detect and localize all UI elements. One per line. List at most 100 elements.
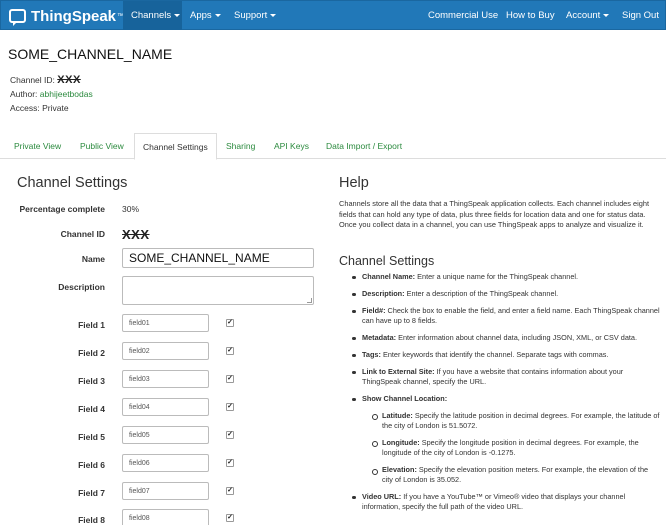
nav-sign-out[interactable]: Sign Out: [622, 1, 659, 30]
help-intro: Channels store all the data that a Thing…: [339, 199, 650, 229]
access-label: Access:: [10, 103, 40, 113]
list-item: Description: Enter a description of the …: [350, 289, 660, 299]
list-item: Tags: Enter keywords that identify the c…: [350, 350, 660, 360]
description-label: Description: [58, 282, 105, 292]
chevron-down-icon: [174, 13, 181, 17]
help-subheading: Channel Settings: [339, 254, 435, 268]
tab-sharing[interactable]: Sharing: [218, 133, 263, 159]
chevron-down-icon: [214, 13, 221, 17]
field-enable-checkbox[interactable]: ✓: [226, 375, 234, 383]
location-sub-list: Latitude: Specify the latitude position …: [362, 411, 660, 486]
help-desc: If you have a YouTube™ or Vimeo® video t…: [362, 492, 626, 512]
help-term: Field#:: [362, 306, 386, 315]
help-desc: Check the box to enable the field, and e…: [362, 306, 660, 326]
help-desc: Enter keywords that identify the channel…: [380, 350, 609, 360]
field-enable-checkbox[interactable]: ✓: [226, 514, 234, 522]
list-item: Elevation: Specify the elevation positio…: [362, 465, 660, 485]
resize-handle-icon[interactable]: [307, 298, 312, 303]
help-term: Description:: [362, 289, 405, 298]
access-line: Access: Private: [10, 103, 69, 113]
chevron-down-icon: [270, 13, 277, 17]
help-term: Show Channel Location:: [362, 394, 448, 404]
field-input[interactable]: field03: [122, 370, 209, 388]
help-term: Metadata:: [362, 333, 397, 343]
nav-apps[interactable]: Apps: [190, 1, 221, 30]
help-term: Link to External Site:: [362, 367, 435, 377]
name-label: Name: [81, 254, 105, 264]
field-input[interactable]: field04: [122, 398, 209, 416]
help-term: Video URL:: [362, 492, 402, 502]
thingspeak-logo[interactable]: ThingSpeak ™: [9, 6, 124, 26]
tab-api-keys[interactable]: API Keys: [266, 133, 317, 159]
field-input[interactable]: field02: [122, 342, 209, 360]
help-term: Tags:: [362, 350, 381, 360]
author-label: Author:: [10, 89, 38, 99]
field-enable-checkbox[interactable]: ✓: [226, 459, 234, 467]
field-input[interactable]: field01: [122, 314, 209, 332]
nav-channels-label: Channels: [131, 10, 172, 21]
field-enable-checkbox[interactable]: ✓: [226, 347, 234, 355]
nav-apps-label: Apps: [190, 10, 212, 21]
channel-tabs: Private View Public View Channel Setting…: [0, 133, 666, 160]
nav-channels[interactable]: Channels: [123, 1, 182, 30]
field-input[interactable]: field07: [122, 482, 209, 500]
help-desc: Enter information about channel data, in…: [396, 333, 637, 343]
field-enable-checkbox[interactable]: ✓: [226, 487, 234, 495]
author-line: Author: abhijeetbodas: [10, 89, 93, 99]
field-label: Field 2: [78, 348, 105, 358]
help-desc: Enter a unique name for the ThingSpeak c…: [415, 272, 579, 281]
tab-private-view[interactable]: Private View: [6, 133, 69, 159]
help-desc: Enter a description of the ThingSpeak ch…: [404, 289, 559, 298]
help-desc: Specify the longitude position in decima…: [382, 437, 639, 458]
percentage-label: Percentage complete: [19, 204, 105, 214]
list-item: Video URL: If you have a YouTube™ or Vim…: [350, 492, 660, 512]
brand-name: ThingSpeak: [31, 7, 117, 25]
author-link[interactable]: abhijeetbodas: [40, 89, 93, 99]
field-input[interactable]: field06: [122, 454, 209, 472]
channel-id-form-value: XXX: [122, 227, 150, 242]
channel-id-label: Channel ID:: [10, 75, 55, 85]
name-input[interactable]: SOME_CHANNEL_NAME: [122, 248, 314, 268]
field-label: Field 5: [78, 432, 105, 442]
access-value: Private: [42, 103, 69, 113]
help-desc: Specify the elevation position meters. F…: [382, 465, 649, 485]
list-item: Link to External Site: If you have a web…: [350, 367, 660, 387]
field-enable-checkbox[interactable]: ✓: [226, 319, 234, 327]
nav-account[interactable]: Account: [566, 1, 610, 30]
nav-commercial-use[interactable]: Commercial Use: [428, 1, 498, 30]
help-term: Longitude:: [382, 437, 420, 447]
tab-data-import-export[interactable]: Data Import / Export: [318, 133, 410, 159]
help-desc: Specify the latitude position in decimal…: [382, 410, 660, 430]
settings-heading: Channel Settings: [17, 175, 128, 191]
field-label: Field 1: [78, 320, 105, 330]
list-item: Metadata: Enter information about channe…: [350, 333, 660, 343]
list-item: Field#: Check the box to enable the fiel…: [350, 306, 660, 326]
field-label: Field 3: [78, 376, 105, 386]
field-input[interactable]: field05: [122, 426, 209, 444]
percentage-value: 30%: [122, 204, 140, 214]
field-enable-checkbox[interactable]: ✓: [226, 431, 234, 439]
channel-id-form-label: Channel ID: [60, 229, 105, 239]
list-item: Channel Name: Enter a unique name for th…: [350, 272, 660, 282]
nav-support-label: Support: [234, 10, 268, 21]
channel-id-line: Channel ID: XXX: [10, 74, 81, 86]
chevron-down-icon: [603, 13, 610, 17]
field-label: Field 7: [78, 488, 105, 498]
field-input[interactable]: field08: [122, 509, 209, 525]
tab-public-view[interactable]: Public View: [72, 133, 132, 159]
list-item: Longitude: Specify the longitude positio…: [362, 438, 660, 458]
list-item: Show Channel Location: Latitude: Specify…: [350, 394, 660, 485]
field-label: Field 4: [78, 404, 105, 414]
nav-how-to-buy[interactable]: How to Buy: [506, 1, 555, 30]
tab-channel-settings[interactable]: Channel Settings: [134, 133, 217, 160]
field-label: Field 6: [78, 460, 105, 470]
field-label: Field 8: [78, 515, 105, 525]
chat-bubble-icon: [9, 9, 26, 26]
channel-title: SOME_CHANNEL_NAME: [8, 46, 173, 62]
help-term: Latitude:: [382, 410, 413, 420]
channel-id-value: XXX: [57, 74, 81, 86]
help-term: Elevation:: [382, 465, 417, 475]
description-textarea[interactable]: [122, 276, 314, 305]
field-enable-checkbox[interactable]: ✓: [226, 403, 234, 411]
nav-support[interactable]: Support: [234, 1, 277, 30]
